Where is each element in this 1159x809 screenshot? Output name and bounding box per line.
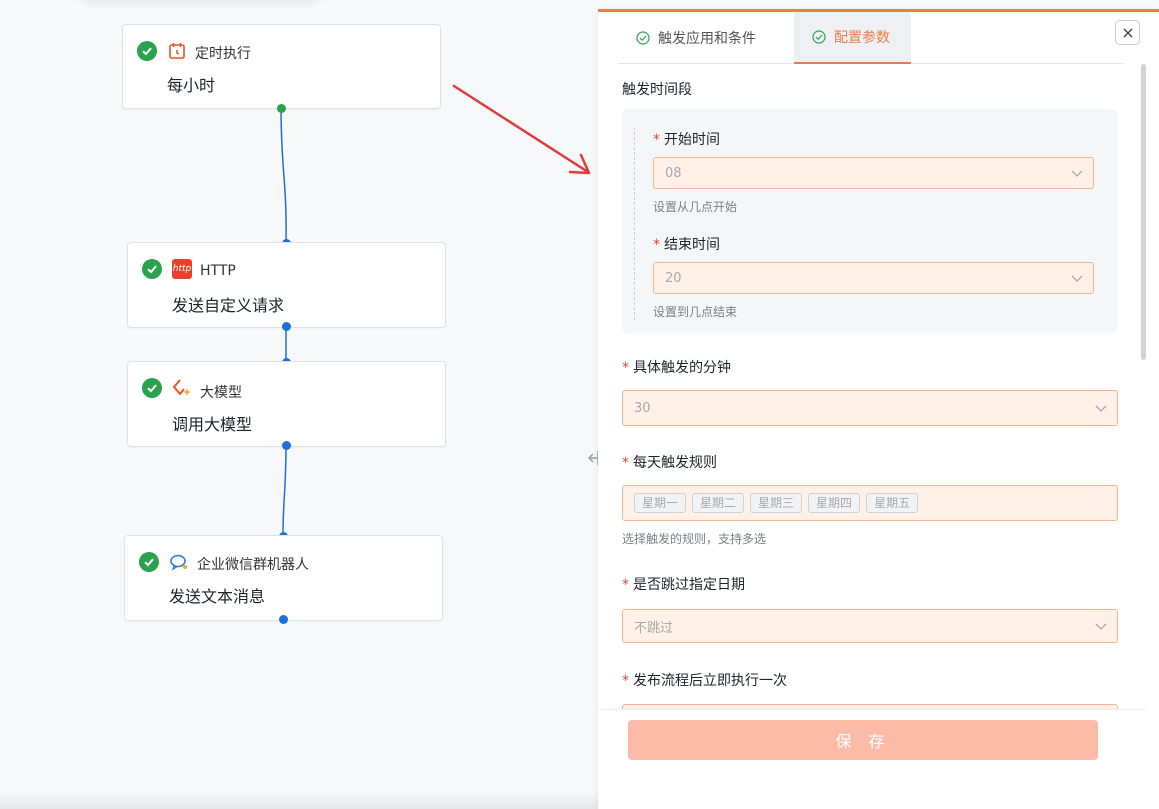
panel-footer: 保 存 (598, 709, 1146, 809)
end-time-select[interactable]: 20 (653, 262, 1094, 294)
sparkle-icon (172, 378, 192, 398)
chevron-down-icon (1071, 170, 1083, 177)
tab-trigger-app[interactable]: 触发应用和条件 (618, 12, 794, 64)
output-port[interactable] (277, 104, 286, 113)
save-button[interactable]: 保 存 (628, 720, 1098, 760)
skip-date-select[interactable]: 不跳过 (622, 609, 1118, 643)
group-divider (634, 127, 635, 320)
daily-rule-hint: 选择触发的规则，支持多选 (622, 532, 767, 546)
success-check-icon (139, 552, 159, 572)
close-icon (1123, 28, 1132, 37)
daily-rule-multiselect[interactable]: 星期一 星期二 星期三 星期四 星期五 (622, 485, 1118, 521)
weekday-tag[interactable]: 星期三 (750, 493, 803, 513)
success-check-icon (142, 259, 162, 279)
config-panel: 触发应用和条件 配置参数 触发时间段 * 开始时间 08 设置从几点开始 * 结束时… (598, 9, 1159, 809)
panel-tabs: 触发应用和条件 配置参数 (618, 12, 1124, 64)
node-http[interactable]: http HTTP 发送自定义请求 (127, 242, 446, 328)
start-time-label: * 开始时间 (653, 132, 720, 148)
success-check-icon (137, 41, 157, 61)
success-check-icon (142, 378, 162, 398)
calendar-clock-icon (167, 41, 187, 61)
config-form[interactable]: 触发时间段 * 开始时间 08 设置从几点开始 * 结束时间 20 设置到几点结束 … (598, 64, 1146, 709)
node-action: 调用大模型 (172, 415, 253, 434)
select-value: 20 (665, 270, 682, 286)
weekday-tag[interactable]: 星期一 (634, 493, 687, 513)
node-action: 发送自定义请求 (172, 296, 285, 315)
weekday-tag[interactable]: 星期二 (692, 493, 745, 513)
annotation-arrow-icon (452, 84, 591, 175)
end-time-hint: 设置到几点结束 (653, 305, 738, 319)
daily-rule-label: * 每天触发规则 (622, 455, 717, 471)
weekday-tag[interactable]: 星期四 (808, 493, 861, 513)
minute-select[interactable]: 30 (622, 390, 1118, 426)
node-app-name: 大模型 (200, 385, 242, 401)
canvas-fade (0, 793, 598, 809)
node-action: 发送文本消息 (169, 587, 266, 606)
node-llm[interactable]: 大模型 调用大模型 (127, 361, 446, 447)
run-once-label: * 发布流程后立即执行一次 (622, 673, 787, 689)
node-app-name: HTTP (200, 263, 236, 279)
http-icon: http (172, 259, 192, 279)
tab-label: 触发应用和条件 (658, 31, 756, 47)
end-time-label: * 结束时间 (653, 237, 720, 253)
weekday-tag[interactable]: 星期五 (866, 493, 919, 513)
node-wecom-bot[interactable]: 企业微信群机器人 发送文本消息 (124, 535, 443, 621)
node-app-name: 企业微信群机器人 (197, 557, 309, 573)
chevron-down-icon (1071, 275, 1083, 282)
skip-date-label: * 是否跳过指定日期 (622, 577, 745, 593)
tab-label: 配置参数 (834, 30, 890, 46)
tab-config-params[interactable]: 配置参数 (794, 12, 911, 64)
form-scrollbar[interactable] (1141, 64, 1146, 360)
node-timer[interactable]: 定时执行 每小时 (122, 24, 441, 109)
check-circle-icon (812, 30, 826, 44)
select-value: 08 (665, 165, 682, 181)
node-app-name: 定时执行 (195, 46, 251, 62)
output-port[interactable] (282, 322, 291, 331)
node-action: 每小时 (167, 76, 216, 95)
section-title: 触发时间段 (622, 82, 692, 98)
select-value: 30 (634, 400, 651, 416)
output-port[interactable] (282, 441, 291, 450)
select-value: 不跳过 (634, 620, 674, 636)
chevron-down-icon (1095, 405, 1107, 412)
close-button[interactable] (1115, 20, 1140, 45)
output-port[interactable] (279, 615, 288, 624)
start-time-select[interactable]: 08 (653, 157, 1094, 189)
time-range-group: * 开始时间 08 设置从几点开始 * 结束时间 20 设置到几点结束 (622, 109, 1118, 333)
chevron-down-icon (1095, 623, 1107, 630)
wecom-icon (169, 552, 189, 572)
start-time-hint: 设置从几点开始 (653, 200, 738, 214)
check-circle-icon (636, 31, 650, 45)
minute-label: * 具体触发的分钟 (622, 360, 731, 376)
